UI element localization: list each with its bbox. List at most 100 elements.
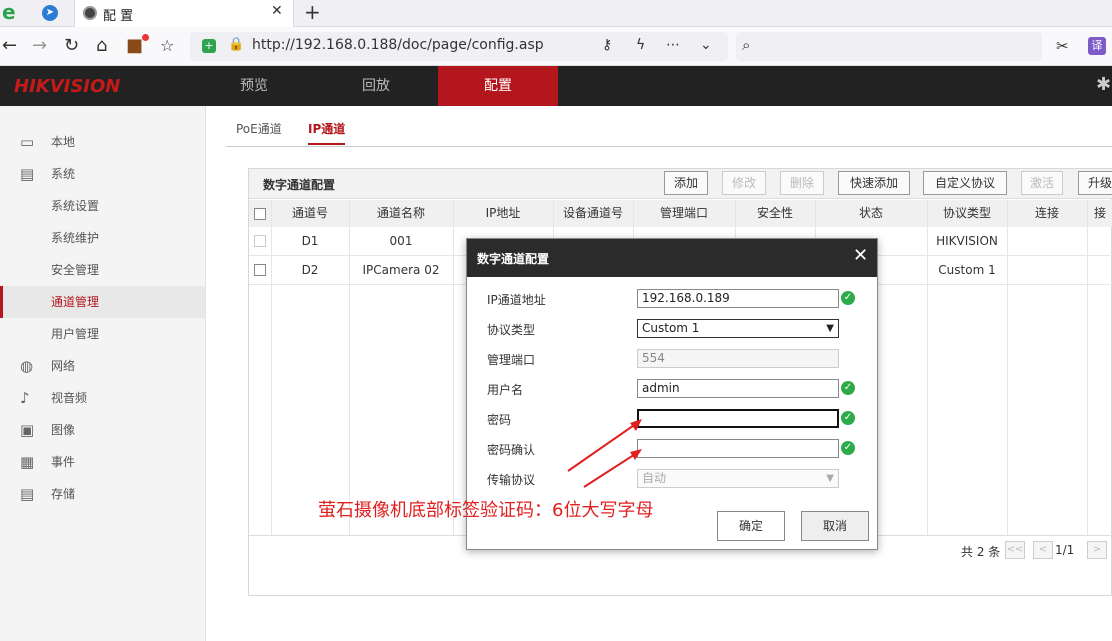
lightning-icon[interactable]: ϟ xyxy=(636,37,645,53)
total-count: 共 2 条 xyxy=(961,545,1001,559)
browser-tab-bar: e ➤ 配 置 ✕ + xyxy=(0,0,1112,27)
sidebar-item-system-settings[interactable]: 系统设置 xyxy=(0,190,205,222)
col-sep xyxy=(1007,200,1008,535)
reading-list-icon[interactable]: ☆ xyxy=(160,36,174,56)
username-input[interactable]: admin xyxy=(637,379,839,398)
close-icon[interactable]: ✕ xyxy=(853,245,868,266)
calendar-icon: ▦ xyxy=(20,453,35,471)
delete-button[interactable]: 删除 xyxy=(780,171,824,195)
key-icon[interactable]: ⚷ xyxy=(602,37,612,53)
col-status: 状态 xyxy=(815,200,927,227)
panel-header: 数字通道配置 添加 修改 删除 快速添加 自定义协议 激活 升级 xyxy=(249,169,1112,199)
protocol-label: 协议类型 xyxy=(487,323,536,337)
col-ip-address: IP地址 xyxy=(453,200,553,227)
ip-address-input[interactable]: 192.168.0.189 xyxy=(637,289,839,308)
transport-select[interactable]: 自动 ▼ xyxy=(637,469,839,488)
sidebar-item-channel-management[interactable]: 通道管理 xyxy=(0,286,205,318)
custom-protocol-button[interactable]: 自定义协议 xyxy=(923,171,1007,195)
col-connect: 连接 xyxy=(1007,200,1087,227)
tab-favicon-icon xyxy=(83,6,97,20)
first-page-button[interactable]: << xyxy=(1005,541,1025,559)
storage-icon: ▤ xyxy=(20,485,35,503)
browser-nav-bar: ← → ↻ ⌂ ■ ☆ + 🔒 http://192.168.0.188/doc… xyxy=(0,27,1112,66)
globe-icon: ◍ xyxy=(20,357,34,375)
col-security: 安全性 xyxy=(735,200,815,227)
transport-label: 传输协议 xyxy=(487,473,536,487)
confirm-password-label: 密码确认 xyxy=(487,443,536,457)
insecure-lock-icon[interactable]: 🔒 xyxy=(228,37,244,52)
quick-add-button[interactable]: 快速添加 xyxy=(838,171,910,195)
sidebar-item-event[interactable]: ▦ 事件 xyxy=(0,446,205,478)
dialog-header: 数字通道配置 ✕ xyxy=(467,239,877,277)
chevron-down-icon[interactable]: ⌄ xyxy=(700,37,712,53)
new-tab-button[interactable]: + xyxy=(304,0,321,24)
prev-page-button[interactable]: < xyxy=(1033,541,1053,559)
cell-channel-no: D1 xyxy=(301,234,319,248)
sidebar-item-image[interactable]: ▣ 图像 xyxy=(0,414,205,446)
sidebar-item-storage[interactable]: ▤ 存储 xyxy=(0,478,205,510)
sidebar-item-system[interactable]: ▤ 系统 xyxy=(0,158,205,190)
chevron-down-icon: ▼ xyxy=(826,323,834,334)
cell-protocol: Custom 1 xyxy=(938,263,996,277)
password-label: 密码 xyxy=(487,413,512,427)
activate-button[interactable]: 激活 xyxy=(1021,171,1063,195)
sidebar-item-user-management[interactable]: 用户管理 xyxy=(0,318,205,350)
tab-ip-channel[interactable]: IP通道 xyxy=(308,120,346,145)
modify-button[interactable]: 修改 xyxy=(722,171,766,195)
upgrade-button[interactable]: 升级 xyxy=(1078,171,1112,195)
address-bar[interactable]: + 🔒 http://192.168.0.188/doc/page/config… xyxy=(190,32,728,61)
col-sep xyxy=(1087,200,1088,535)
protocol-value: Custom 1 xyxy=(642,321,700,335)
browser-tab[interactable]: 配 置 ✕ xyxy=(74,0,294,27)
password-input[interactable] xyxy=(637,409,839,428)
add-button[interactable]: 添加 xyxy=(664,171,708,195)
row-checkbox[interactable] xyxy=(254,235,266,247)
select-all-header xyxy=(249,200,271,227)
ok-button[interactable]: 确定 xyxy=(717,511,785,541)
telegram-icon[interactable]: ➤ xyxy=(42,5,58,21)
col-device-channel: 设备通道号 xyxy=(553,200,633,227)
arrow-line xyxy=(583,450,641,488)
annotation-arrows xyxy=(567,419,642,488)
reload-icon[interactable]: ↻ xyxy=(64,36,79,56)
more-icon[interactable]: ⋯ xyxy=(666,37,680,53)
home-icon[interactable]: ⌂ xyxy=(96,36,107,56)
hikvision-logo: HIKVISION xyxy=(14,76,121,97)
shield-icon[interactable]: + xyxy=(202,39,216,53)
settings-gear-icon[interactable]: ✱ xyxy=(1096,74,1111,95)
sidebar-item-network[interactable]: ◍ 网络 xyxy=(0,350,205,382)
col-extra: 接 xyxy=(1087,200,1112,227)
confirm-password-input[interactable] xyxy=(637,439,839,458)
sidebar-item-local[interactable]: ▭ 本地 xyxy=(0,126,205,158)
sidebar-item-security[interactable]: 安全管理 xyxy=(0,254,205,286)
col-channel-name: 通道名称 xyxy=(349,200,453,227)
port-input[interactable]: 554 xyxy=(637,349,839,368)
back-icon[interactable]: ← xyxy=(2,36,17,56)
chevron-down-icon: ▼ xyxy=(826,473,834,484)
menu-playback[interactable]: 回放 xyxy=(316,66,436,106)
protocol-select[interactable]: Custom 1 ▼ xyxy=(637,319,839,338)
cancel-button[interactable]: 取消 xyxy=(801,511,869,541)
menu-preview[interactable]: 预览 xyxy=(194,66,314,106)
translate-icon[interactable]: 译 xyxy=(1088,37,1106,55)
select-all-checkbox[interactable] xyxy=(254,208,266,220)
annotation-text: 萤石摄像机底部标签验证码：6位大写字母 xyxy=(318,500,654,521)
forward-icon[interactable]: → xyxy=(32,36,47,56)
menu-config[interactable]: 配置 xyxy=(438,66,558,106)
col-sep xyxy=(927,200,928,535)
scissors-icon[interactable]: ✂ xyxy=(1056,36,1069,56)
next-page-button[interactable]: > xyxy=(1087,541,1107,559)
tab-close-icon[interactable]: ✕ xyxy=(271,3,283,19)
sidebar-item-system-maintenance[interactable]: 系统维护 xyxy=(0,222,205,254)
port-label: 管理端口 xyxy=(487,353,536,367)
extension-icon[interactable]: ■ xyxy=(126,36,143,56)
search-box[interactable]: ⌕ xyxy=(736,32,1042,61)
row-checkbox[interactable] xyxy=(254,264,266,276)
image-icon: ▣ xyxy=(20,421,35,439)
url-text[interactable]: http://192.168.0.188/doc/page/config.asp xyxy=(252,37,544,53)
browser-logo-icon[interactable]: e xyxy=(2,2,20,23)
cell-protocol: HIKVISION xyxy=(936,234,998,248)
sidebar-item-video-audio[interactable]: ♪ 视音频 xyxy=(0,382,205,414)
cell-channel-no: D2 xyxy=(301,263,319,277)
tab-poe-channel[interactable]: PoE通道 xyxy=(236,120,282,137)
